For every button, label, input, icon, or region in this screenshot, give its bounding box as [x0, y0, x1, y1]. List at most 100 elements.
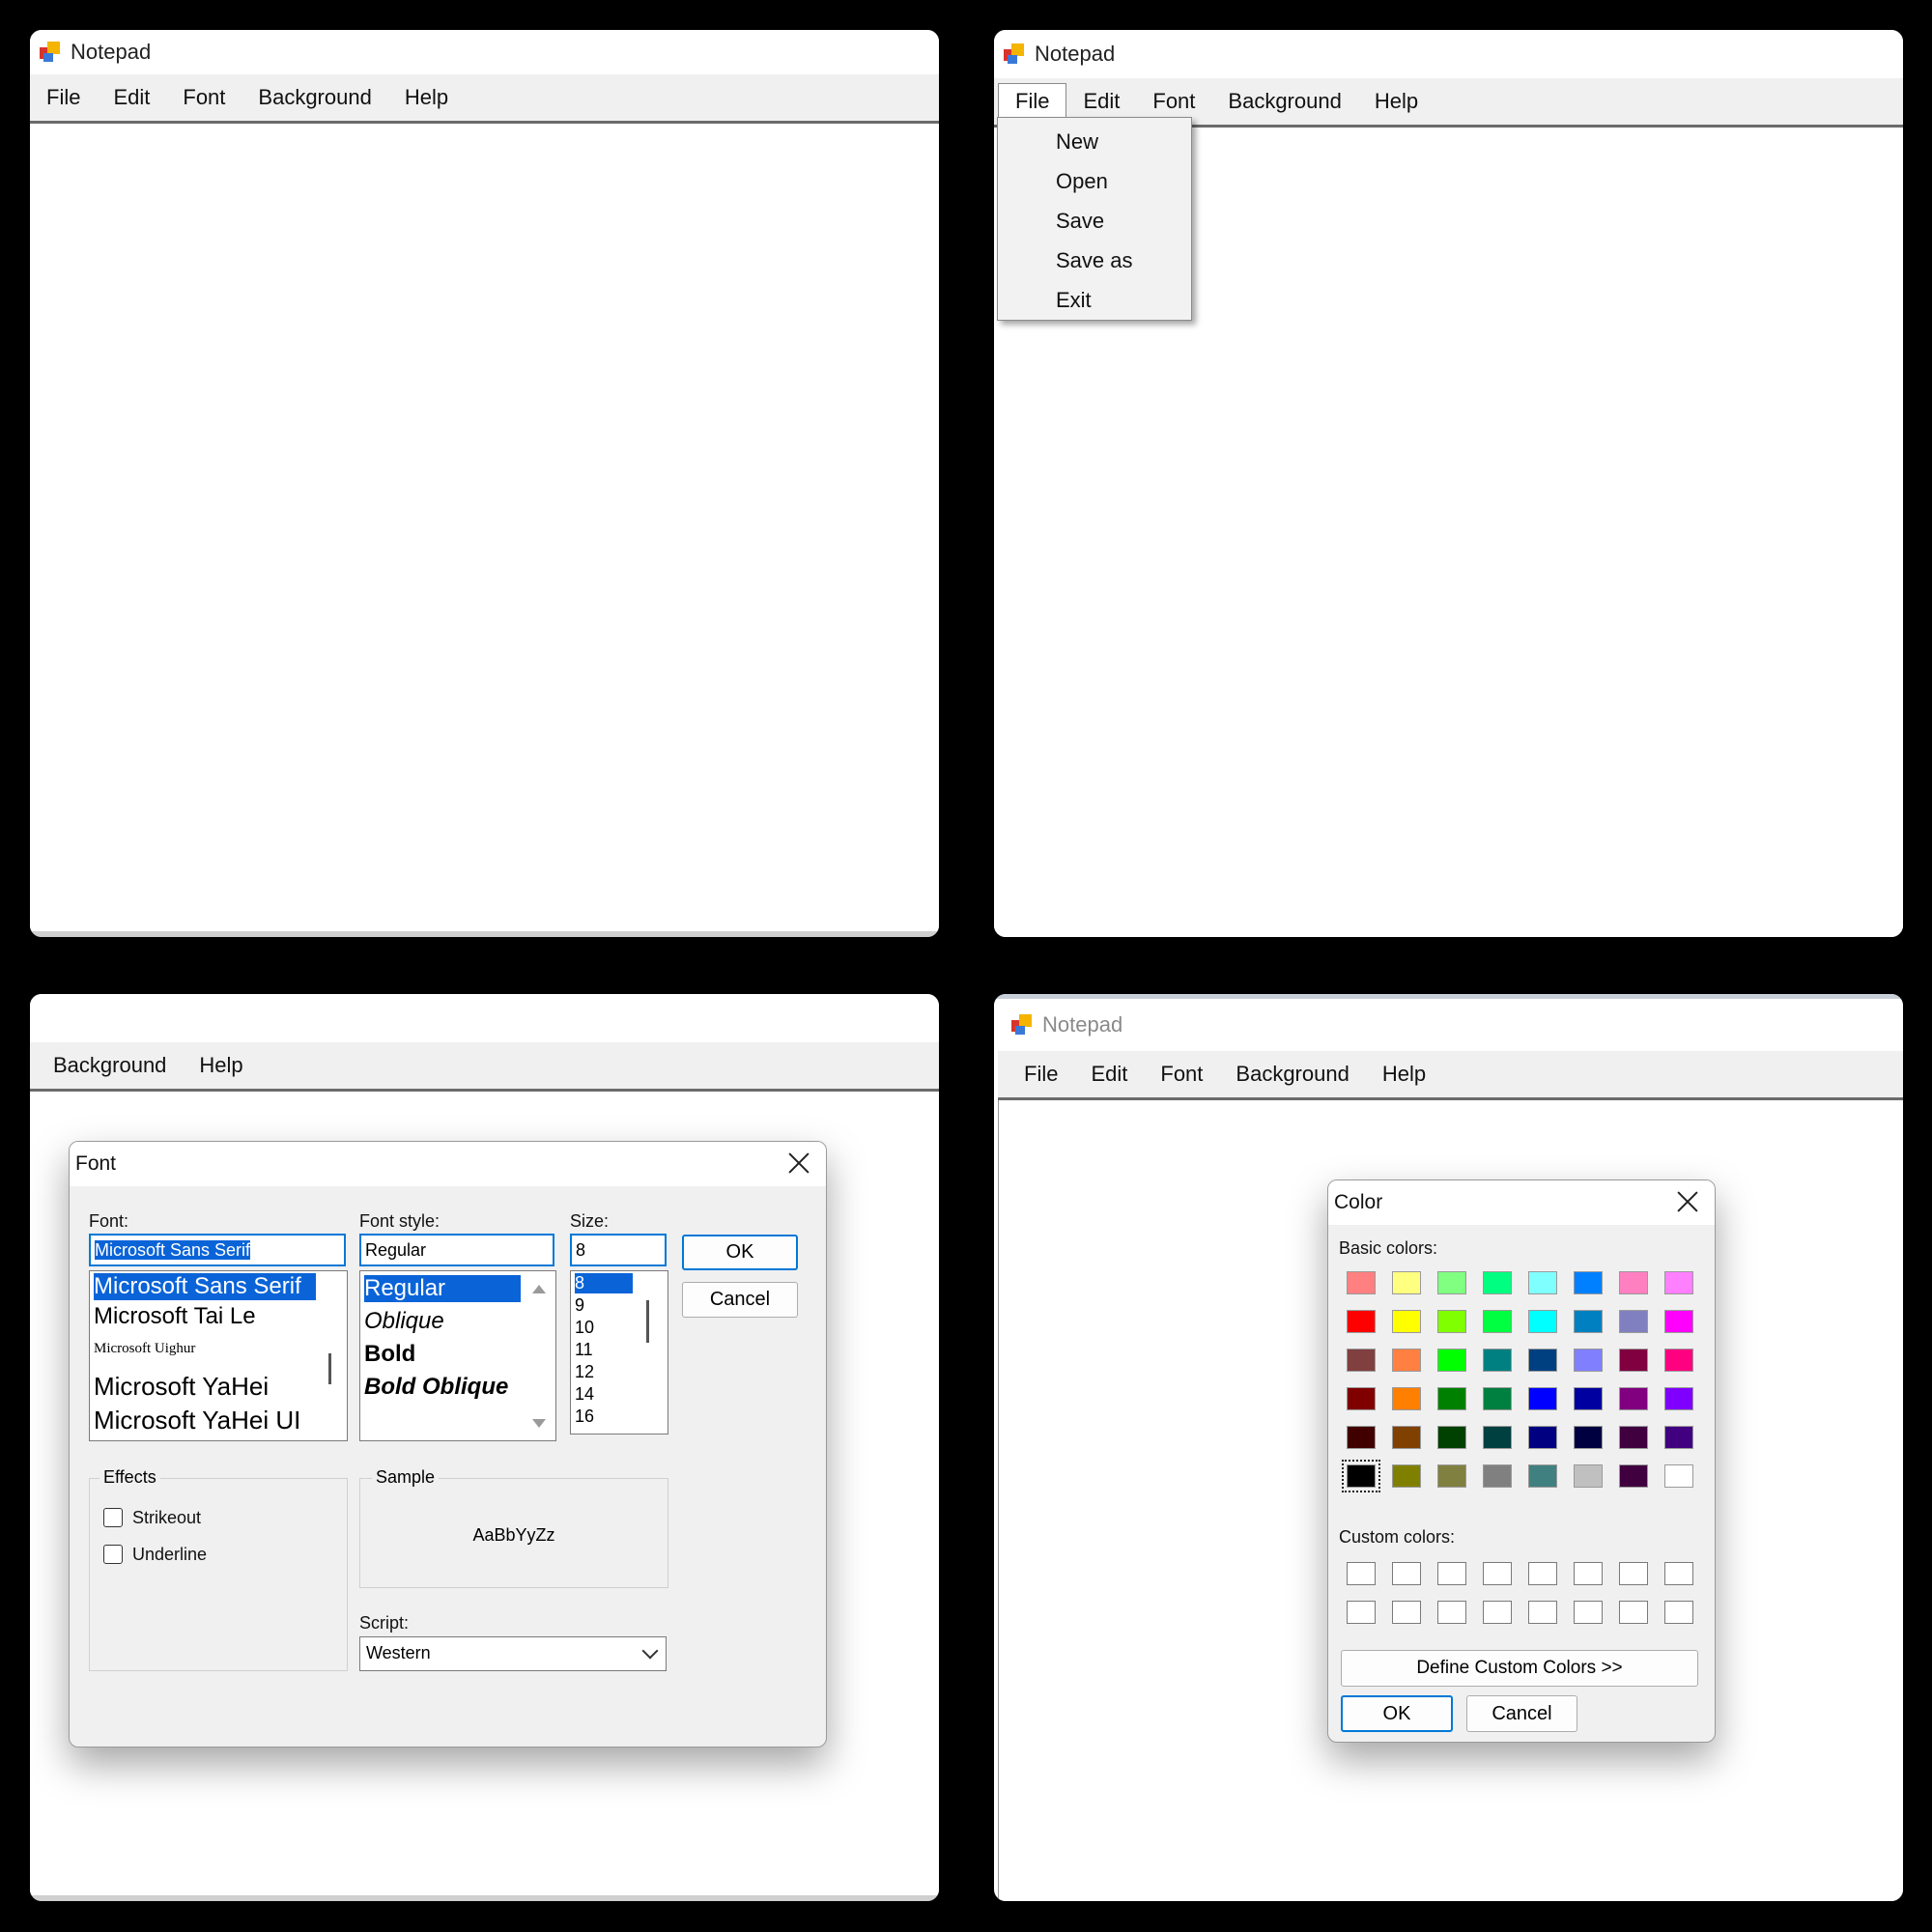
size-list-item[interactable]: 10: [575, 1318, 594, 1338]
color-swatch[interactable]: [1392, 1426, 1421, 1449]
size-list-item[interactable]: 8: [575, 1273, 633, 1293]
color-swatch[interactable]: [1619, 1310, 1648, 1333]
text-area[interactable]: [30, 124, 939, 931]
color-swatch[interactable]: [1392, 1464, 1421, 1488]
custom-color-slot[interactable]: [1392, 1562, 1421, 1585]
color-swatch[interactable]: [1347, 1426, 1376, 1449]
color-swatch[interactable]: [1528, 1349, 1557, 1372]
custom-color-slot[interactable]: [1619, 1562, 1648, 1585]
font-list-item[interactable]: Microsoft YaHei: [94, 1372, 269, 1402]
color-swatch[interactable]: [1437, 1349, 1466, 1372]
color-swatch[interactable]: [1619, 1387, 1648, 1410]
color-swatch[interactable]: [1347, 1387, 1376, 1410]
ok-button[interactable]: OK: [682, 1235, 798, 1270]
menu-font[interactable]: Font: [1136, 84, 1211, 119]
menu-item-exit[interactable]: Exit: [998, 280, 1191, 320]
script-select[interactable]: Western: [359, 1636, 667, 1671]
color-swatch[interactable]: [1574, 1464, 1603, 1488]
color-swatch[interactable]: [1619, 1426, 1648, 1449]
color-swatch[interactable]: [1483, 1349, 1512, 1372]
size-list-item[interactable]: 16: [575, 1406, 594, 1427]
color-swatch[interactable]: [1664, 1387, 1693, 1410]
color-swatch[interactable]: [1619, 1349, 1648, 1372]
color-swatch[interactable]: [1347, 1310, 1376, 1333]
size-input[interactable]: 8: [570, 1234, 667, 1266]
color-swatch[interactable]: [1437, 1387, 1466, 1410]
color-swatch[interactable]: [1664, 1426, 1693, 1449]
color-swatch[interactable]: [1574, 1387, 1603, 1410]
menu-help[interactable]: Help: [1358, 84, 1435, 119]
cancel-button[interactable]: Cancel: [1466, 1695, 1577, 1732]
font-list-item[interactable]: Microsoft Uighur: [94, 1341, 195, 1357]
define-custom-colors-button[interactable]: Define Custom Colors >>: [1341, 1650, 1698, 1687]
color-swatch[interactable]: [1392, 1387, 1421, 1410]
menu-font[interactable]: Font: [1144, 1057, 1219, 1092]
color-swatch[interactable]: [1392, 1349, 1421, 1372]
size-list-scroll-thumb[interactable]: [646, 1300, 649, 1343]
menu-help[interactable]: Help: [388, 80, 465, 115]
color-swatch[interactable]: [1342, 1460, 1380, 1492]
custom-color-slot[interactable]: [1437, 1601, 1466, 1624]
font-list-item[interactable]: Microsoft YaHei UI: [94, 1406, 300, 1435]
color-swatch[interactable]: [1483, 1387, 1512, 1410]
close-icon[interactable]: [1672, 1186, 1703, 1217]
menu-item-save[interactable]: Save: [998, 201, 1191, 241]
color-swatch[interactable]: [1347, 1271, 1376, 1294]
custom-color-slot[interactable]: [1528, 1601, 1557, 1624]
color-swatch[interactable]: [1437, 1271, 1466, 1294]
color-swatch[interactable]: [1437, 1426, 1466, 1449]
size-list-item[interactable]: 14: [575, 1384, 594, 1405]
scroll-up-icon[interactable]: [532, 1285, 546, 1293]
close-icon[interactable]: [783, 1148, 814, 1179]
color-swatch[interactable]: [1664, 1349, 1693, 1372]
style-list-item[interactable]: Regular: [364, 1275, 521, 1302]
style-list-item[interactable]: Oblique: [364, 1308, 444, 1335]
menu-item-new[interactable]: New: [998, 122, 1191, 161]
menu-edit[interactable]: Edit: [1074, 1057, 1144, 1092]
color-swatch[interactable]: [1664, 1464, 1693, 1488]
font-name-input[interactable]: Microsoft Sans Serif: [89, 1234, 346, 1266]
color-swatch[interactable]: [1437, 1464, 1466, 1488]
custom-color-slot[interactable]: [1483, 1601, 1512, 1624]
color-swatch[interactable]: [1347, 1349, 1376, 1372]
size-list-item[interactable]: 11: [575, 1340, 593, 1360]
ok-button[interactable]: OK: [1341, 1695, 1453, 1732]
color-swatch[interactable]: [1574, 1349, 1603, 1372]
menu-background[interactable]: Background: [1219, 1057, 1365, 1092]
color-swatch[interactable]: [1528, 1310, 1557, 1333]
font-name-list[interactable]: Microsoft Sans Serif Microsoft Tai Le Mi…: [89, 1270, 348, 1441]
color-swatch[interactable]: [1528, 1387, 1557, 1410]
color-swatch[interactable]: [1664, 1310, 1693, 1333]
custom-color-slot[interactable]: [1528, 1562, 1557, 1585]
color-swatch[interactable]: [1619, 1464, 1648, 1488]
color-swatch[interactable]: [1574, 1310, 1603, 1333]
font-list-scroll-thumb[interactable]: [328, 1353, 331, 1384]
color-swatch[interactable]: [1664, 1271, 1693, 1294]
font-list-item[interactable]: Microsoft Tai Le: [94, 1303, 256, 1330]
custom-color-slot[interactable]: [1574, 1562, 1603, 1585]
custom-color-slot[interactable]: [1664, 1562, 1693, 1585]
custom-color-slot[interactable]: [1619, 1601, 1648, 1624]
menu-edit[interactable]: Edit: [1066, 84, 1136, 119]
scroll-down-icon[interactable]: [532, 1419, 546, 1428]
menu-font[interactable]: Font: [166, 80, 242, 115]
size-list[interactable]: 8 9 10 11 12 14 16: [570, 1270, 668, 1435]
font-list-item[interactable]: Microsoft Sans Serif: [94, 1273, 316, 1300]
color-swatch[interactable]: [1392, 1271, 1421, 1294]
color-swatch[interactable]: [1483, 1271, 1512, 1294]
color-swatch[interactable]: [1483, 1464, 1512, 1488]
custom-color-slot[interactable]: [1664, 1601, 1693, 1624]
custom-color-slot[interactable]: [1437, 1562, 1466, 1585]
menu-item-open[interactable]: Open: [998, 161, 1191, 201]
menu-item-save-as[interactable]: Save as: [998, 241, 1191, 280]
color-swatch[interactable]: [1528, 1426, 1557, 1449]
color-swatch[interactable]: [1483, 1426, 1512, 1449]
style-list-item[interactable]: Bold: [364, 1341, 415, 1368]
color-swatch[interactable]: [1574, 1271, 1603, 1294]
color-swatch[interactable]: [1392, 1310, 1421, 1333]
color-swatch[interactable]: [1483, 1310, 1512, 1333]
menu-file[interactable]: File: [998, 82, 1067, 121]
size-list-item[interactable]: 12: [575, 1362, 594, 1382]
cancel-button[interactable]: Cancel: [682, 1282, 798, 1318]
strikeout-checkbox[interactable]: [103, 1508, 123, 1527]
